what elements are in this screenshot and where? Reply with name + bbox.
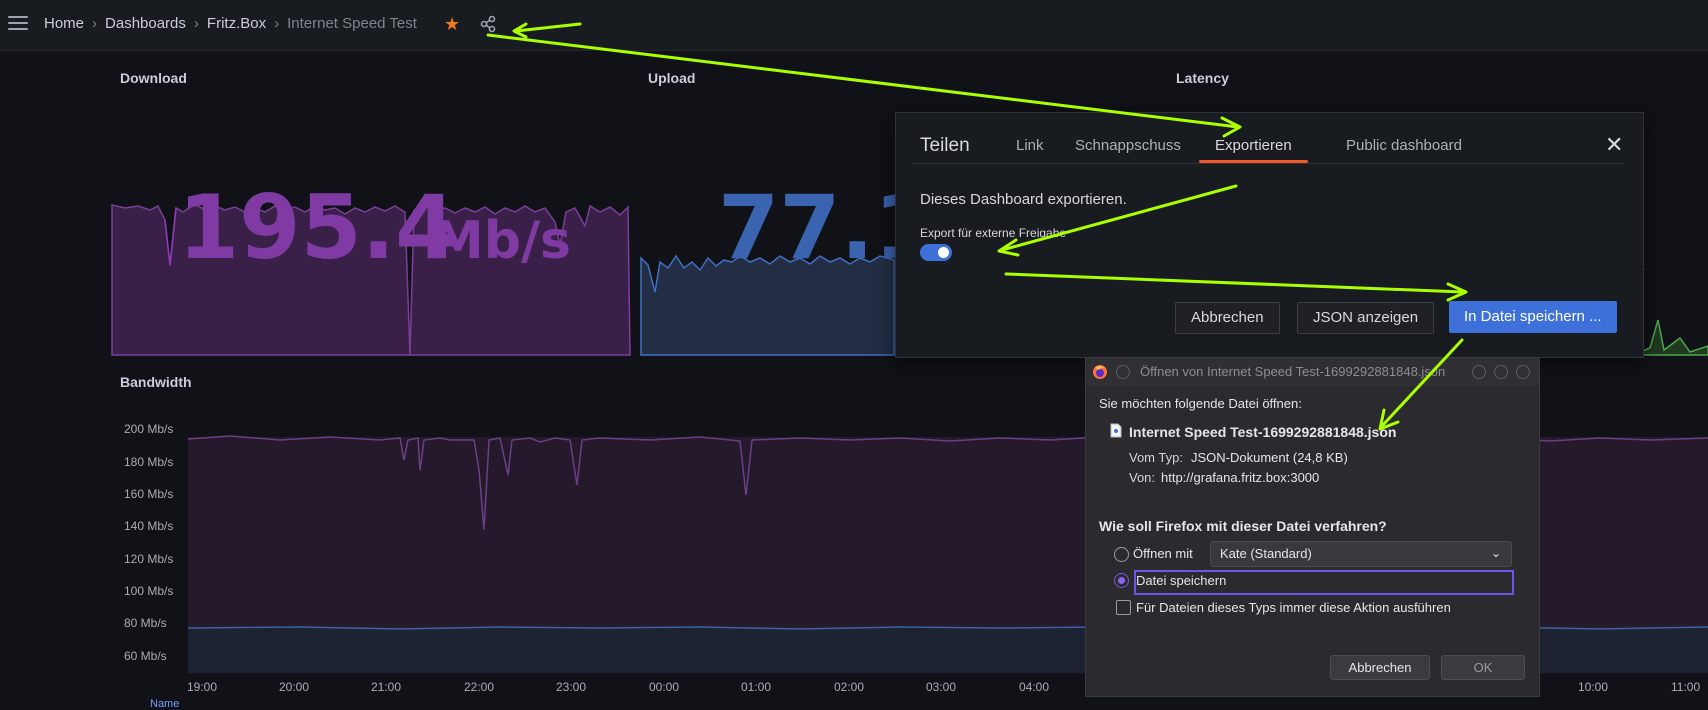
legend-header-name[interactable]: Name xyxy=(150,698,179,710)
view-json-button[interactable]: JSON anzeigen xyxy=(1297,302,1435,334)
tab-public-dashboard[interactable]: Public dashboard xyxy=(1346,137,1462,154)
file-type-label: Vom Typ: xyxy=(1129,450,1183,465)
x-tick: 20:00 xyxy=(279,680,310,694)
open-with-label[interactable]: Öffnen mit xyxy=(1133,546,1193,561)
file-source-value: http://grafana.fritz.box:3000 xyxy=(1161,470,1320,485)
chevron-down-icon: ⌄ xyxy=(1490,546,1501,560)
download-stat-value: 195.4 xyxy=(178,176,456,279)
x-tick: 10:00 xyxy=(1578,680,1609,694)
open-prompt: Sie möchten folgende Datei öffnen: xyxy=(1099,396,1302,411)
file-source-label: Von: xyxy=(1129,470,1156,485)
export-external-label: Export für externe Freigabe xyxy=(920,226,1067,240)
share-dialog: Teilen Link Schnappschuss Exportieren Pu… xyxy=(895,112,1644,358)
download-stat-unit: Mb/s xyxy=(432,211,571,271)
x-tick: 03:00 xyxy=(926,680,957,694)
file-name: Internet Speed Test-1699292881848.json xyxy=(1129,424,1397,440)
action-question: Wie soll Firefox mit dieser Datei verfah… xyxy=(1099,518,1387,534)
x-tick: 01:00 xyxy=(741,680,772,694)
x-tick: 02:00 xyxy=(834,680,865,694)
firefox-icon xyxy=(1093,365,1107,379)
y-tick: 100 Mb/s xyxy=(124,584,174,598)
always-do-label[interactable]: Für Dateien dieses Typs immer diese Akti… xyxy=(1136,600,1451,615)
y-tick: 160 Mb/s xyxy=(124,487,174,501)
cancel-button[interactable]: Abbrechen xyxy=(1175,302,1280,334)
close-icon[interactable]: ✕ xyxy=(1605,132,1623,158)
close-icon[interactable] xyxy=(1516,365,1530,379)
x-tick: 19:00 xyxy=(187,680,218,694)
application-select[interactable]: Kate (Standard) ⌄ xyxy=(1210,541,1512,567)
always-do-checkbox[interactable] xyxy=(1116,600,1131,615)
active-tab-indicator xyxy=(1199,160,1308,163)
x-tick: 22:00 xyxy=(464,680,495,694)
ok-button[interactable]: OK xyxy=(1441,655,1525,680)
file-icon xyxy=(1110,423,1122,438)
y-tick: 140 Mb/s xyxy=(124,519,174,533)
export-description: Dieses Dashboard exportieren. xyxy=(920,191,1127,208)
x-tick: 23:00 xyxy=(556,680,587,694)
cancel-button[interactable]: Abbrechen xyxy=(1330,655,1430,680)
x-tick: 21:00 xyxy=(371,680,402,694)
file-type-value: JSON-Dokument (24,8 KB) xyxy=(1191,450,1348,465)
minimize-icon[interactable] xyxy=(1472,365,1486,379)
x-tick: 04:00 xyxy=(1019,680,1050,694)
dialog-titlebar: Öffnen von Internet Speed Test-169929288… xyxy=(1086,358,1539,386)
firefox-open-dialog: Öffnen von Internet Speed Test-169929288… xyxy=(1085,357,1540,697)
tab-snapshot[interactable]: Schnappschuss xyxy=(1075,137,1181,154)
x-tick: 11:00 xyxy=(1671,680,1701,694)
tab-export[interactable]: Exportieren xyxy=(1215,137,1292,154)
titlebar-circle-icon[interactable] xyxy=(1116,365,1130,379)
y-tick: 80 Mb/s xyxy=(124,616,167,630)
dialog-title: Öffnen von Internet Speed Test-169929288… xyxy=(1140,364,1446,379)
dialog-title: Teilen xyxy=(920,135,970,156)
application-value: Kate (Standard) xyxy=(1220,546,1312,561)
tab-divider xyxy=(912,163,1624,164)
y-tick: 200 Mb/s xyxy=(124,422,174,436)
y-tick: 120 Mb/s xyxy=(124,552,174,566)
tab-link[interactable]: Link xyxy=(1016,137,1044,154)
export-external-toggle[interactable] xyxy=(920,244,952,261)
save-to-file-button[interactable]: In Datei speichern ... xyxy=(1449,301,1617,333)
x-tick: 00:00 xyxy=(649,680,680,694)
save-file-label[interactable]: Datei speichern xyxy=(1136,573,1226,588)
y-tick: 60 Mb/s xyxy=(124,649,167,663)
maximize-icon[interactable] xyxy=(1494,365,1508,379)
open-with-radio[interactable] xyxy=(1114,547,1129,562)
y-tick: 180 Mb/s xyxy=(124,455,174,469)
save-file-radio[interactable] xyxy=(1114,573,1129,588)
